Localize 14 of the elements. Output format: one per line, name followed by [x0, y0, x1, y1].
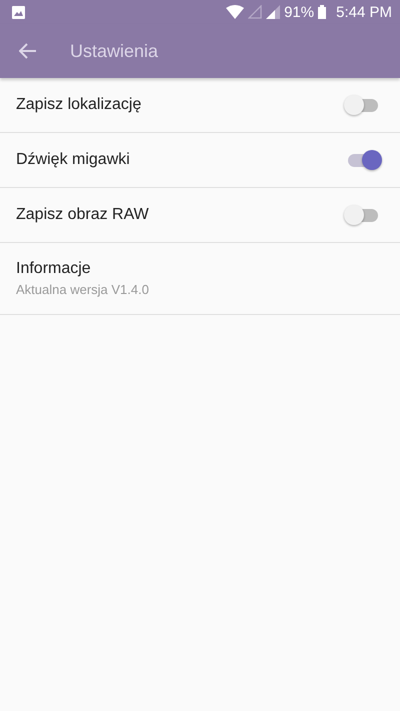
setting-label: Informacje	[16, 260, 92, 278]
setting-label: Zapisz obraz RAW	[16, 206, 150, 224]
screen-title: Ustawienia	[70, 40, 158, 62]
signal-icon	[248, 5, 262, 19]
version-text: Aktualna wersja V1.4.0	[16, 282, 150, 297]
signal-icon	[266, 5, 280, 19]
setting-label: Dźwięk migawki	[16, 151, 131, 169]
clock: 5:44 PM	[336, 4, 392, 20]
battery-percent: 91%	[284, 4, 314, 20]
image-icon	[12, 6, 25, 18]
setting-label: Zapisz lokalizację	[16, 96, 142, 114]
back-button[interactable]	[18, 41, 38, 61]
battery-icon	[318, 5, 326, 19]
wifi-icon	[226, 5, 244, 19]
